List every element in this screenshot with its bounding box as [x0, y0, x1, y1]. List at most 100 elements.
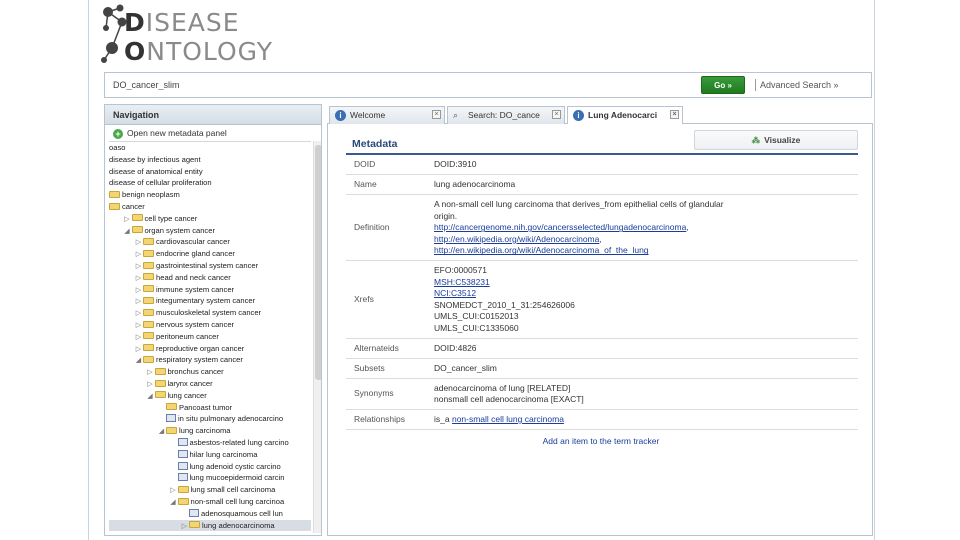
tree-node[interactable]: ▷ bronchus cancer	[146, 366, 223, 378]
tree-node[interactable]: asbestos-related lung carcino	[169, 437, 289, 449]
folder-icon	[143, 355, 154, 363]
tree-node[interactable]: ▷ larynx cancer	[146, 378, 212, 390]
tree-node[interactable]: ◢ organ system cancer	[123, 225, 215, 237]
advanced-search-link[interactable]: Advanced Search »	[755, 79, 839, 91]
tree-node[interactable]: ▷ integumentary system cancer	[134, 295, 255, 307]
tab-search[interactable]: ⌕ Search: DO_cance ×	[447, 106, 565, 124]
metadata-link[interactable]: http://cancergenome.nih.gov/cancersselec…	[434, 222, 686, 232]
tree-node[interactable]: lung mucoepidermoid carcin	[169, 472, 285, 484]
tree-node-label: oaso	[109, 143, 126, 152]
metadata-value: EFO:0000571 MSH:C538231 NCI:C3512 SNOMEDCT_…	[434, 265, 854, 335]
tree-node[interactable]: ▷ gastrointestinal system cancer	[134, 260, 258, 272]
metadata-text: is_a	[434, 413, 450, 424]
expanded-arrow-icon[interactable]: ◢	[123, 226, 132, 238]
tree-node[interactable]: ◢ non-small cell lung carcinoa	[169, 496, 284, 509]
metadata-link[interactable]: http://en.wikipedia.org/wiki/Adenocarcin…	[434, 234, 599, 244]
tree-node-label: benign neoplasm	[122, 190, 180, 200]
metadata-link-line[interactable]: MSH:C538231	[434, 277, 854, 289]
tree-node-label: musculoskeletal system cancer	[156, 308, 262, 318]
tree-node[interactable]: oaso	[109, 142, 125, 154]
tree-node[interactable]: disease of anatomical entity	[109, 166, 203, 178]
tree-node-label: endocrine gland cancer	[156, 249, 235, 259]
add-term-tracker-link[interactable]: Add an item to the term tracker	[328, 436, 874, 446]
folder-icon	[143, 344, 154, 352]
metadata-text-line: lung adenocarcinoma	[434, 179, 854, 191]
tree-node[interactable]: ◢ lung carcinoma	[157, 425, 231, 437]
tree-node[interactable]: cancer	[109, 201, 145, 213]
metadata-text-line: origin.	[434, 211, 854, 223]
tab-welcome[interactable]: i Welcome ×	[329, 106, 445, 124]
metadata-link-line[interactable]: NCI:C3512	[434, 288, 854, 300]
tree-scrollbar[interactable]	[313, 141, 321, 533]
tree-node-label: integumentary system cancer	[156, 296, 256, 306]
metadata-link[interactable]: NCI:C3512	[434, 288, 476, 298]
go-button[interactable]: Go »	[701, 76, 745, 94]
tree-node[interactable]: adenosquamous cell lun	[180, 508, 283, 520]
metadata-text-line: DOID:3910	[434, 159, 854, 171]
tree-node-label: disease of anatomical entity	[109, 166, 203, 176]
metadata-label: Alternateids	[354, 342, 399, 353]
folder-icon	[154, 379, 166, 387]
metadata-link-line[interactable]: http://en.wikipedia.org/wiki/Adenocarcin…	[434, 245, 854, 257]
metadata-link[interactable]: MSH:C538231	[434, 277, 490, 287]
logo-line-1: DISEASE	[124, 8, 240, 37]
tab-lung-adenocarcinoma[interactable]: i Lung Adenocarci ×	[567, 106, 683, 124]
metadata-row: Xrefs EFO:0000571 MSH:C538231 NCI:C3512 SNOM…	[346, 261, 858, 339]
tree-node[interactable]: disease of cellular proliferation	[109, 177, 212, 189]
tree-node[interactable]: ▷ endocrine gland cancer	[134, 248, 235, 260]
tree-node[interactable]: ▷ cell type cancer	[123, 213, 197, 225]
tree-node[interactable]: ▷ immune system cancer	[134, 284, 234, 296]
metadata-link[interactable]: http://en.wikipedia.org/wiki/Adenocarcin…	[434, 245, 649, 255]
tree-node[interactable]: disease by infectious agent	[109, 154, 201, 166]
metadata-value: is_a non-small cell lung carcinoma	[434, 414, 854, 426]
search-input[interactable]	[105, 73, 695, 97]
tree-node[interactable]: ▷ nervous system cancer	[134, 319, 234, 331]
close-tab-icon[interactable]: ×	[432, 110, 441, 119]
tree-node-label: lung carcinoma	[179, 426, 231, 436]
metadata-label: DOID	[354, 159, 376, 169]
open-metadata-panel-button[interactable]: + Open new metadata panel	[113, 127, 227, 139]
tree-node[interactable]: in situ pulmonary adenocarcino	[157, 413, 283, 425]
folder-icon	[177, 485, 189, 493]
tree-node[interactable]: ▷ lung adenocarcinoma	[109, 519, 311, 533]
close-tab-icon[interactable]: ×	[552, 110, 561, 119]
folder-icon	[166, 403, 177, 411]
search-bar: Go » Advanced Search »	[104, 72, 872, 98]
close-tab-icon[interactable]: ×	[670, 110, 679, 119]
tree-node[interactable]: lung adenoid cystic carcino	[169, 461, 281, 473]
tree-node[interactable]: benign neoplasm	[109, 189, 180, 201]
tree-node-label: organ system cancer	[144, 225, 215, 235]
expanded-arrow-icon[interactable]: ◢	[134, 355, 143, 367]
tree-node[interactable]: ▷ cardiovascular cancer	[134, 236, 230, 248]
metadata-label: Name	[354, 179, 377, 189]
expanded-arrow-icon[interactable]: ◢	[169, 497, 178, 509]
tree-node[interactable]: ◢ respiratory system cancer	[134, 354, 243, 366]
tree-node[interactable]: ◢ lung cancer	[146, 390, 207, 403]
tree-node[interactable]: Pancoast tumor	[157, 402, 232, 414]
tree-node-label: lung cancer	[167, 390, 207, 400]
metadata-link-line[interactable]: http://en.wikipedia.org/wiki/Adenocarcin…	[434, 234, 854, 246]
tree-node-label: lung mucoepidermoid carcin	[189, 473, 285, 483]
term-icon	[177, 438, 188, 446]
disease-ontology-logo[interactable]: DISEASE ONTOLOGY	[100, 4, 315, 70]
expanded-arrow-icon[interactable]: ◢	[146, 391, 155, 403]
tree-node[interactable]: ▷ musculoskeletal system cancer	[134, 307, 261, 319]
expanded-arrow-icon[interactable]: ◢	[157, 426, 166, 438]
tree-node[interactable]: ▷ lung small cell carcinoma	[169, 484, 275, 496]
metadata-row: Relationships is_a non-small cell lung ca…	[346, 410, 858, 430]
tree-node[interactable]: ▷ reproductive organ cancer	[134, 343, 244, 355]
term-icon	[189, 508, 199, 517]
visualize-button[interactable]: ⁂ Visualize	[694, 130, 858, 150]
metadata-text: SNOMEDCT_2010_1_31:254626006	[434, 299, 575, 310]
collapsed-arrow-icon[interactable]: ▷	[180, 521, 189, 533]
tab-label: Welcome	[350, 110, 386, 120]
metadata-link-line[interactable]: http://cancergenome.nih.gov/cancersselec…	[434, 222, 854, 234]
tree-node[interactable]: ▷ head and neck cancer	[134, 272, 231, 284]
folder-icon	[154, 391, 166, 399]
tree-node-label: in situ pulmonary adenocarcino	[178, 414, 284, 424]
term-icon	[166, 414, 176, 423]
tree-node[interactable]: hilar lung carcinoma	[169, 449, 257, 461]
tree-scrollbar-thumb[interactable]	[315, 145, 321, 380]
tree-node[interactable]: ▷ peritoneum cancer	[134, 331, 219, 343]
relationship-link[interactable]: non-small cell lung carcinoma	[452, 414, 564, 424]
